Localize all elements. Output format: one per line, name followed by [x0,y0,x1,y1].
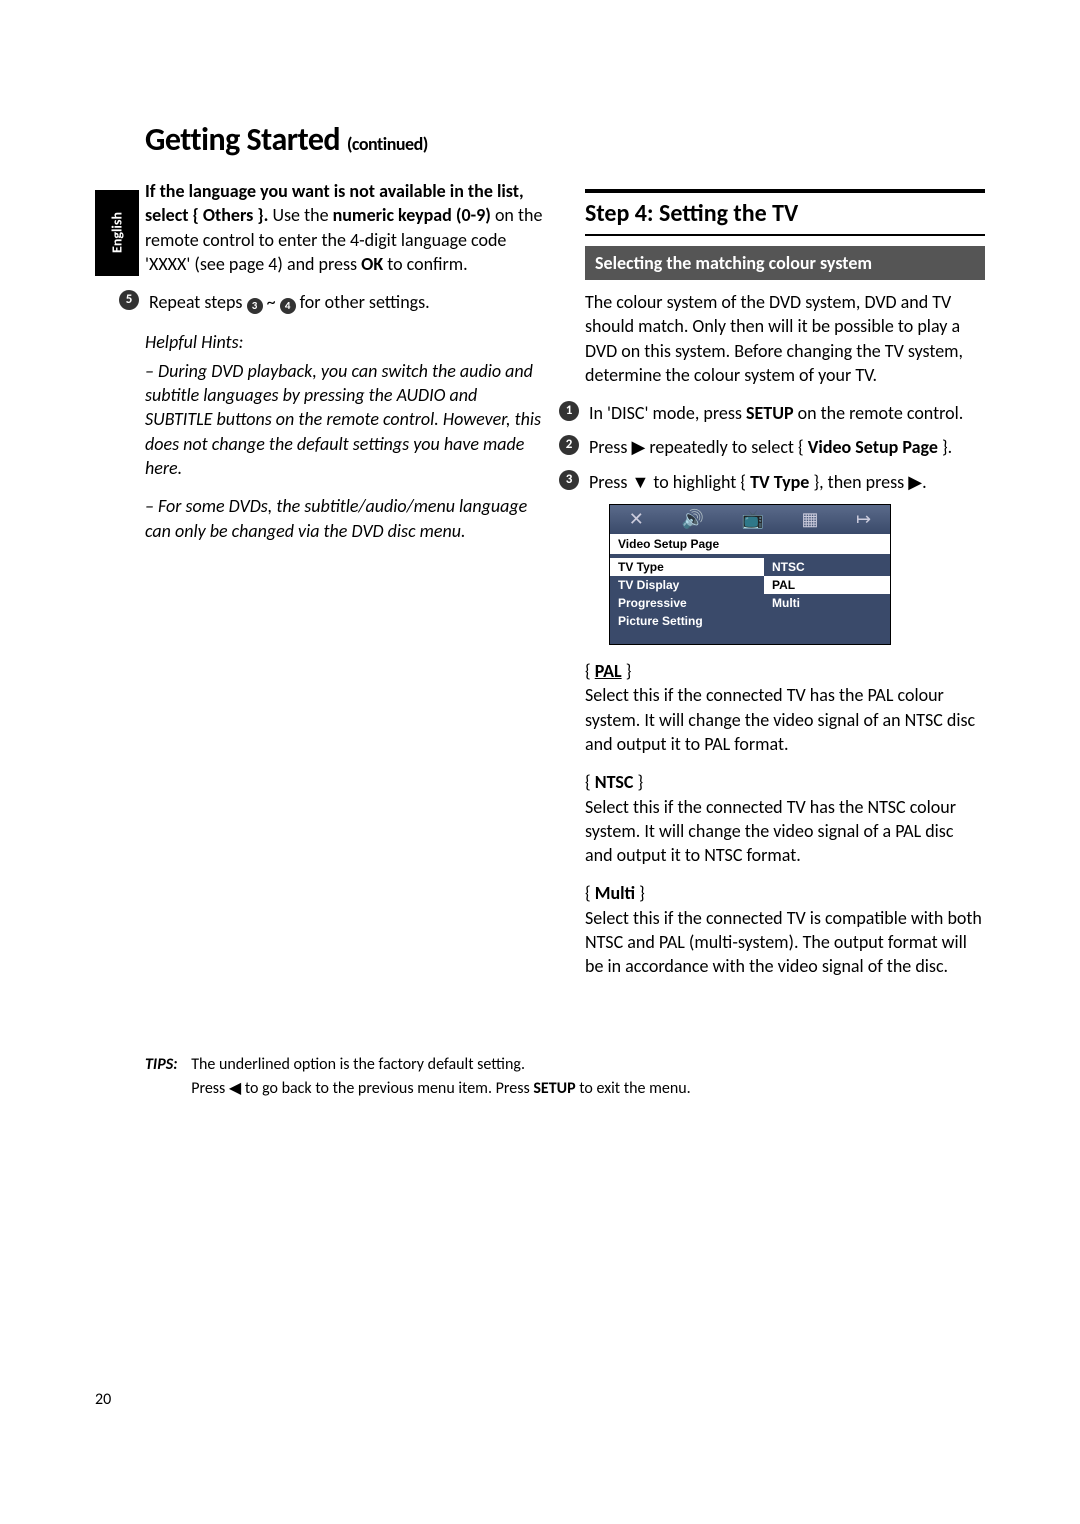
step5-pre: Repeat steps [149,291,247,313]
step4-title: Step 4: Setting the TV [585,189,985,236]
language-tab: English [95,190,139,276]
right-arrow-icon: ▶ [631,437,645,457]
s3-post: . [922,471,927,493]
title-continued: (continued) [347,133,428,155]
grid-icon: ▦ [801,509,818,530]
tips-section: TIPS: The underlined option is the facto… [145,1053,985,1101]
ntsc-block: { NTSC } Select this if the connected TV… [585,770,985,867]
step5-post: for other settings. [296,291,430,313]
hint-1: – During DVD playback, you can switch th… [145,359,545,480]
others-paragraph: If the language you want is not availabl… [145,179,545,276]
tv-icon: 📺 [741,509,763,530]
tips-line2-pre: Press [191,1079,229,1098]
menu-screenshot: ✕ 🔊 📺 ▦ ↦ Video Setup Page TV Type TV Di… [609,504,891,645]
step-bullet-5: 5 [119,290,139,310]
s1-bold: SETUP [746,402,794,424]
intro-paragraph: The colour system of the DVD system, DVD… [585,290,985,387]
menu-left-list: TV Type TV Display Progressive Picture S… [610,554,764,644]
step-bullet-3: 3 [559,470,579,490]
menu-item-progressive: Progressive [610,594,764,612]
right-arrow-icon-2: ▶ [908,472,922,492]
menu-option-multi: Multi [764,594,890,612]
s3-mid1: to highlight { [649,471,750,493]
hints-label: Helpful Hints: [145,330,545,354]
numeric-keypad-bold: numeric keypad (0-9) [333,204,491,226]
tips-line2-mid: to go back to the previous menu item. Pr… [241,1079,533,1098]
s2-pre: Press [589,436,631,458]
ok-bold: OK [361,253,383,275]
title-main: Getting Started [145,120,340,159]
step-5: 5 Repeat steps 3 ~ 4 for other settings. [119,290,545,314]
hint-2: – For some DVDs, the subtitle/audio/menu… [145,494,545,543]
s2-bold: Video Setup Page [808,436,938,458]
menu-item-tv-type: TV Type [610,558,764,576]
pal-body: Select this if the connected TV has the … [585,684,975,755]
multi-label: Multi [595,882,635,904]
s2-mid: repeatedly to select { [645,436,807,458]
page-number: 20 [95,1390,111,1409]
multi-body: Select this if the connected TV is compa… [585,907,982,978]
others-body-3: to confirm. [383,253,468,275]
step-1: 1 In 'DISC' mode, press SETUP on the rem… [559,401,985,425]
down-arrow-icon: ▼ [631,472,649,492]
s1-post: on the remote control. [794,402,964,424]
others-body-1: Use the [272,204,332,226]
step-bullet-2: 2 [559,435,579,455]
tips-line-1: The underlined option is the factory def… [191,1055,525,1074]
step-2: 2 Press ▶ repeatedly to select { Video S… [559,435,985,459]
sub-heading: Selecting the matching colour system [585,246,985,280]
ntsc-body: Select this if the connected TV has the … [585,796,956,867]
menu-page-label: Video Setup Page [610,534,890,554]
pal-block: { PAL } Select this if the connected TV … [585,659,985,756]
page-title: Getting Started (continued) [145,120,985,159]
tips-line2-post: to exit the menu. [576,1079,691,1098]
left-column: If the language you want is not availabl… [145,179,545,993]
menu-item-tv-display: TV Display [610,576,764,594]
tools-icon: ✕ [629,509,644,530]
step-3: 3 Press ▼ to highlight { TV Type }, then… [559,470,985,494]
pal-label: PAL [595,660,622,682]
menu-option-pal: PAL [764,576,890,594]
ntsc-label: NTSC [595,771,634,793]
multi-block: { Multi } Select this if the connected T… [585,881,985,978]
step5-mid: ~ [263,291,280,313]
tips-line2-bold: SETUP [533,1079,575,1098]
left-arrow-icon: ◀ [229,1080,241,1097]
step-ref-3: 3 [247,298,263,314]
menu-icon-row: ✕ 🔊 📺 ▦ ↦ [610,505,890,534]
s3-mid2: }, then press [809,471,908,493]
step-bullet-1: 1 [559,401,579,421]
step-ref-4: 4 [280,298,296,314]
menu-item-picture-setting: Picture Setting [610,612,764,630]
tips-label: TIPS: [145,1055,178,1074]
s1-pre: In 'DISC' mode, press [589,402,746,424]
s3-pre: Press [589,471,631,493]
right-column: Step 4: Setting the TV Selecting the mat… [585,179,985,993]
exit-icon: ↦ [856,509,871,530]
menu-option-ntsc: NTSC [764,558,890,576]
s3-bold: TV Type [750,471,809,493]
speaker-icon: 🔊 [681,509,703,530]
menu-right-list: NTSC PAL Multi [764,554,890,644]
s2-post: }. [938,436,952,458]
